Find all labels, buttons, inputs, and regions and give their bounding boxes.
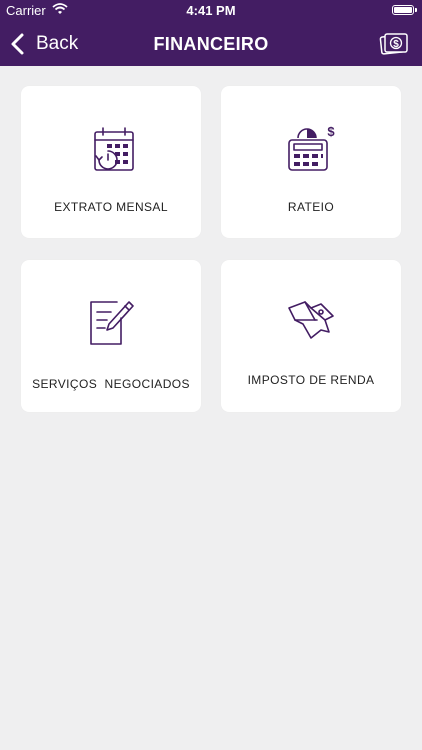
battery-icon — [392, 5, 417, 15]
menu-card-label: IMPOSTO DE RENDA — [247, 373, 375, 387]
menu-card-label: SERVIÇOS NEGOCIADOS — [32, 377, 190, 391]
menu-card-servicos-negociados[interactable]: SERVIÇOS NEGOCIADOS — [21, 260, 201, 412]
svg-text:$: $ — [393, 39, 399, 50]
menu-card-imposto-de-renda[interactable]: IMPOSTO DE RENDA — [221, 260, 401, 412]
page-title: FINANCEIRO — [153, 34, 269, 54]
navigation-bar: Back FINANCEIRO $ — [0, 22, 422, 66]
tax-lion-icon — [288, 301, 334, 339]
money-bill-icon[interactable]: $ — [378, 28, 410, 60]
status-bar: Carrier 4:41 PM — [0, 0, 422, 22]
menu-card-label: EXTRATO MENSAL — [54, 200, 168, 214]
clock: 4:41 PM — [186, 3, 236, 18]
calculator-icon: $ — [288, 124, 335, 171]
menu-card-label: RATEIO — [287, 200, 335, 214]
calendar-icon — [94, 127, 134, 171]
menu-card-extrato-mensal[interactable]: EXTRATO MENSAL — [21, 86, 201, 238]
menu-card-rateio[interactable]: $ RATEIO — [221, 86, 401, 238]
document-pencil-icon — [90, 301, 134, 345]
svg-text:$: $ — [327, 124, 335, 139]
